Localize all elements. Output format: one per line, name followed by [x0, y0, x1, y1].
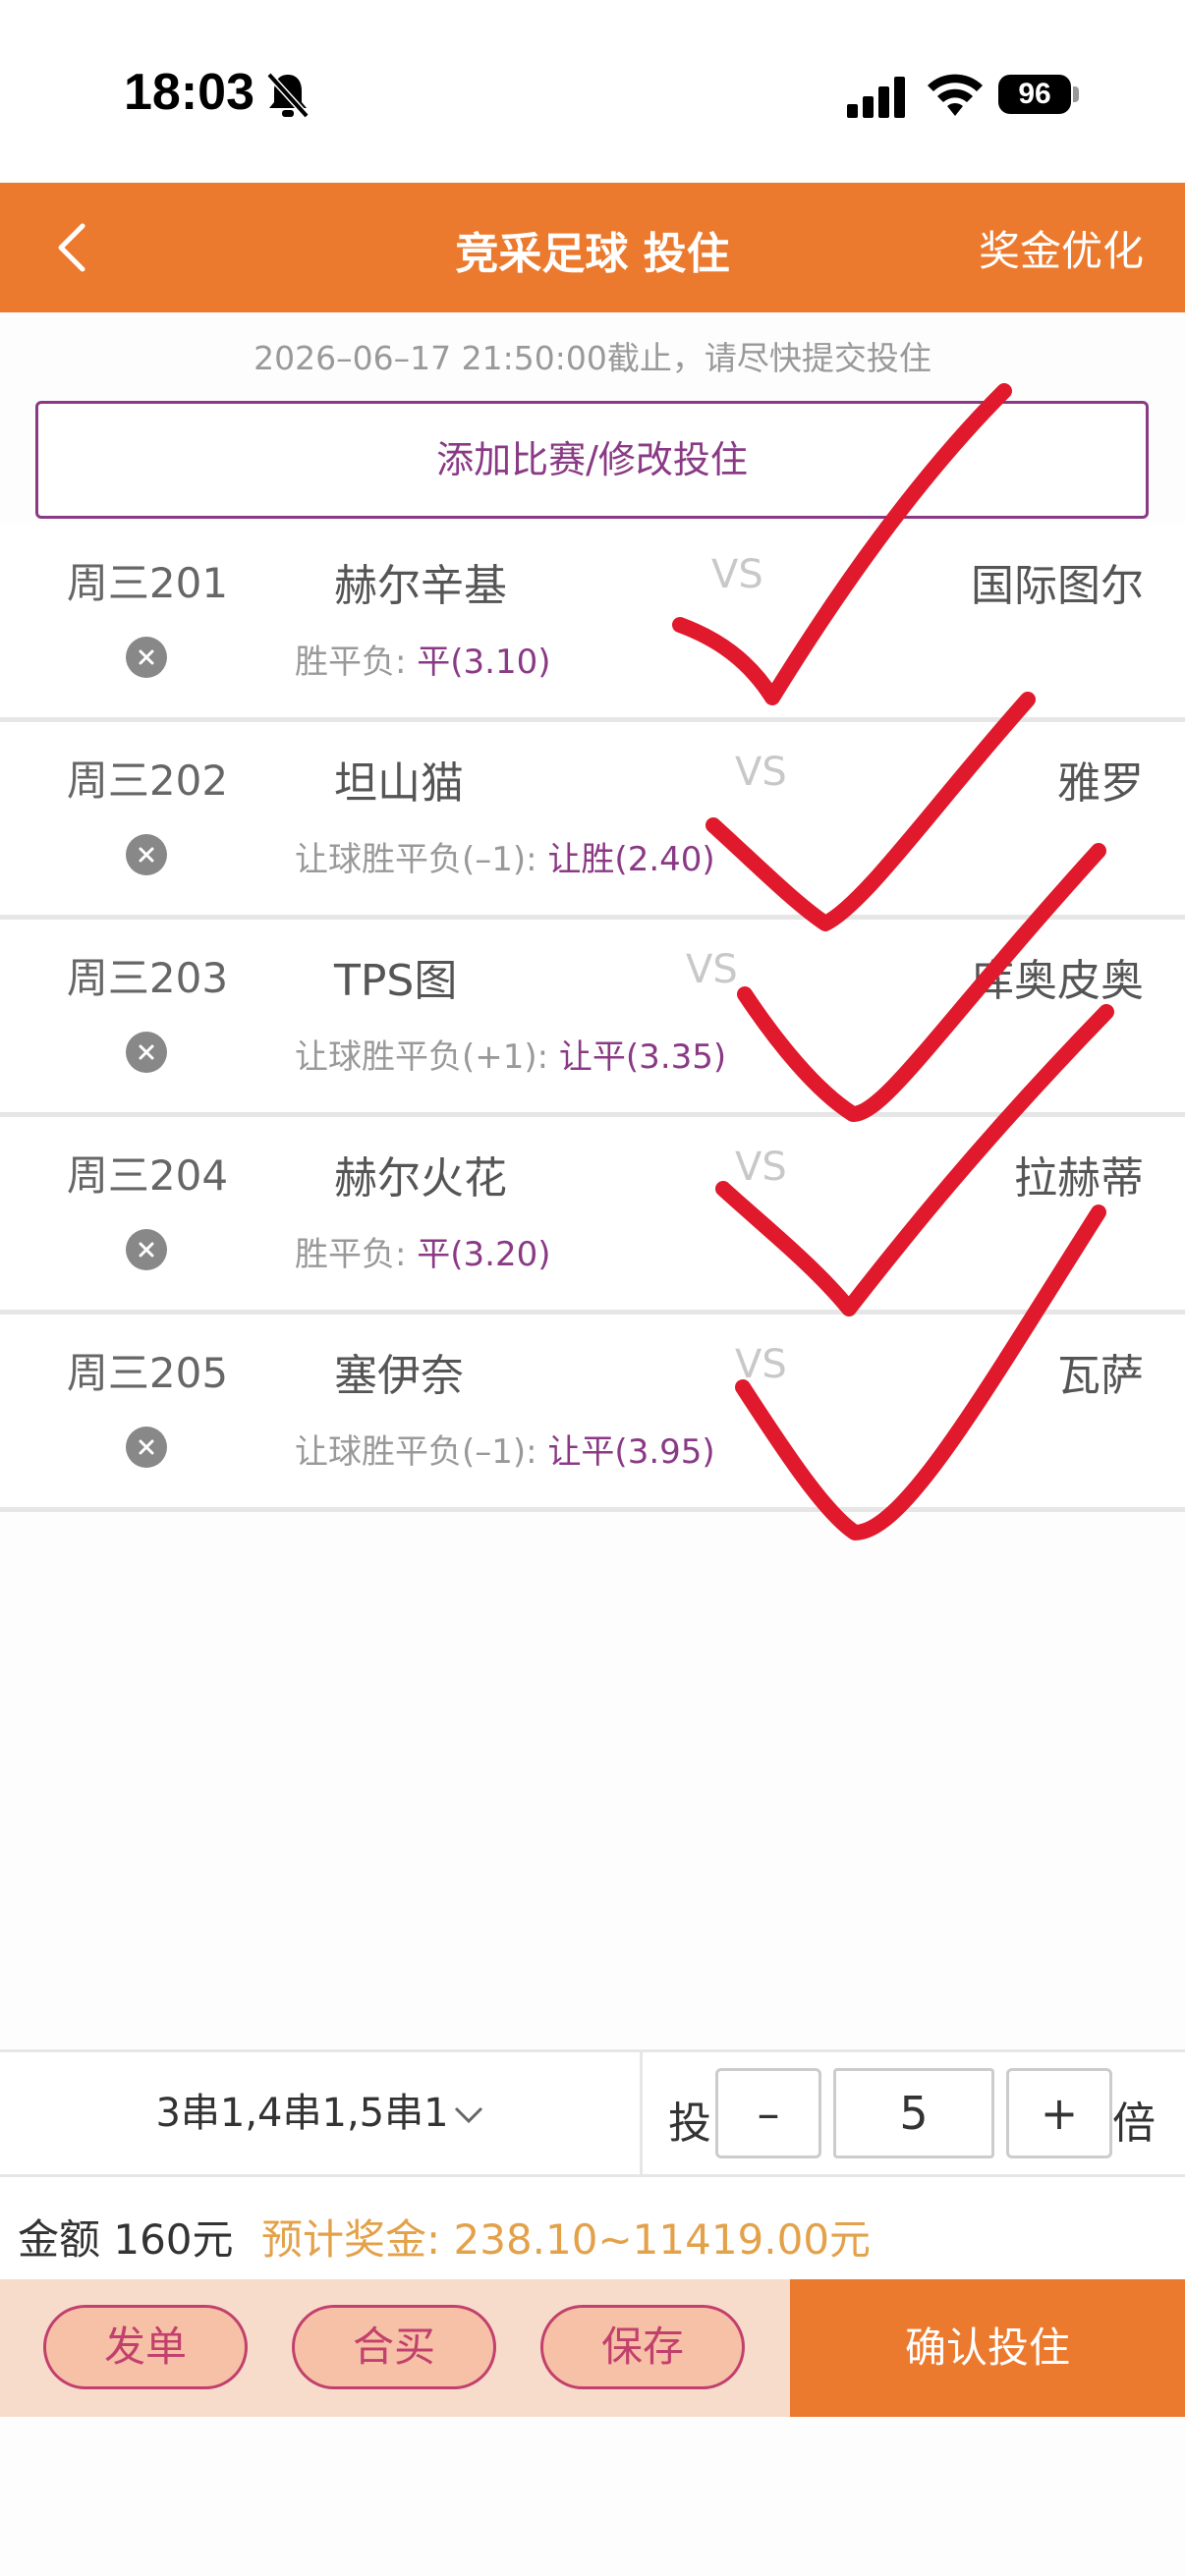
home-team: 坦山猫 [334, 758, 464, 809]
bet-pick: 让平(3.95) [547, 1432, 715, 1472]
amount-bar: 金额 160元 预计奖金: 238.10~11419.00元 [0, 2177, 1185, 2279]
signal-icon [847, 77, 905, 118]
bet-selection: 让球胜平负(–1): 让平(3.95) [295, 1425, 715, 1473]
match-list: 周三201 赫尔辛基 VS 国际图尔 胜平负: 平(3.10) 周三202 坦山… [0, 525, 1185, 1512]
status-bar: 18:03 96 [0, 0, 1185, 183]
estimated-prize: 预计奖金: 238.10~11419.00元 [261, 2215, 872, 2264]
bet-type: 让球胜平负(+1): [295, 1037, 559, 1077]
play-panel: 3串1,4串1,5串1 投 – 5 + 倍 [0, 2049, 1185, 2177]
play-type-select[interactable]: 3串1,4串1,5串1 [0, 2052, 643, 2174]
vs-label: VS [735, 1145, 787, 1190]
add-match-button[interactable]: 添加比赛/修改投住 [35, 401, 1149, 519]
battery-tip [1073, 86, 1079, 102]
confirm-bet-button[interactable]: 确认投住 [790, 2279, 1185, 2417]
play-type-label: 3串1,4串1,5串1 [155, 2091, 449, 2136]
bet-selection: 胜平负: 平(3.10) [295, 635, 551, 683]
bet-pick: 平(3.10) [417, 643, 551, 682]
home-team: 赫尔火花 [334, 1153, 507, 1204]
home-team: 赫尔辛基 [334, 561, 507, 611]
away-team: 雅罗 [1057, 758, 1144, 809]
app-header: 竞采足球 投住 奖金优化 [0, 183, 1185, 312]
match-row: 周三205 塞伊奈 VS 瓦萨 让球胜平负(–1): 让平(3.95) [0, 1315, 1185, 1512]
vs-label: VS [686, 947, 738, 992]
match-number: 周三204 [66, 1151, 229, 1200]
group-buy-button[interactable]: 合买 [292, 2305, 496, 2389]
chevron-down-icon [454, 2106, 482, 2124]
multiplier-input[interactable]: 5 [833, 2068, 994, 2158]
match-row: 周三202 坦山猫 VS 雅罗 让球胜平负(–1): 让胜(2.40) [0, 722, 1185, 920]
bet-pick: 平(3.20) [417, 1235, 551, 1274]
vs-label: VS [711, 552, 763, 597]
bell-slash-icon [266, 72, 310, 119]
plus-button[interactable]: + [1006, 2068, 1112, 2158]
away-team: 库奥皮奥 [971, 956, 1144, 1006]
status-time: 18:03 [124, 64, 254, 121]
battery-indicator: 96 [998, 75, 1071, 114]
action-bar: 发单 合买 保存 确认投住 [0, 2279, 1185, 2417]
remove-match-icon[interactable] [126, 1427, 167, 1468]
match-number: 周三202 [66, 756, 229, 805]
vs-label: VS [735, 1342, 787, 1387]
remove-match-icon[interactable] [126, 1229, 167, 1270]
deadline-notice: 2026–06–17 21:50:00截止，请尽快提交投住 [254, 339, 931, 377]
match-row: 周三203 TPS图 VS 库奥皮奥 让球胜平负(+1): 让平(3.35) [0, 920, 1185, 1117]
away-team: 国际图尔 [971, 561, 1144, 611]
vs-label: VS [735, 750, 787, 795]
match-number: 周三203 [66, 954, 229, 1002]
remove-match-icon[interactable] [126, 834, 167, 875]
away-team: 拉赫蒂 [1014, 1153, 1144, 1204]
save-button[interactable]: 保存 [540, 2305, 745, 2389]
minus-button[interactable]: – [715, 2068, 821, 2158]
multiplier-prefix: 投 [668, 2099, 711, 2149]
issue-button[interactable]: 发单 [43, 2305, 248, 2389]
remove-match-icon[interactable] [126, 1032, 167, 1073]
match-row: 周三201 赫尔辛基 VS 国际图尔 胜平负: 平(3.10) [0, 525, 1185, 722]
wifi-icon [928, 74, 983, 116]
match-number: 周三201 [66, 559, 229, 607]
bet-pick: 让平(3.35) [558, 1037, 727, 1077]
match-number: 周三205 [66, 1349, 229, 1397]
multiplier-suffix: 倍 [1112, 2099, 1156, 2149]
bet-selection: 胜平负: 平(3.20) [295, 1227, 551, 1275]
home-team: TPS图 [334, 956, 458, 1006]
away-team: 瓦萨 [1057, 1351, 1144, 1401]
bet-pick: 让胜(2.40) [547, 840, 715, 879]
bet-type: 胜平负: [295, 1235, 418, 1274]
bet-type: 让球胜平负(–1): [295, 1432, 548, 1472]
bet-type: 让球胜平负(–1): [295, 840, 548, 879]
amount-label: 金额 160元 [18, 2215, 234, 2264]
bet-selection: 让球胜平负(+1): 让平(3.35) [295, 1030, 726, 1078]
home-team: 塞伊奈 [334, 1351, 464, 1401]
bet-type: 胜平负: [295, 643, 418, 682]
prize-optimize-button[interactable]: 奖金优化 [979, 218, 1144, 278]
match-row: 周三204 赫尔火花 VS 拉赫蒂 胜平负: 平(3.20) [0, 1117, 1185, 1315]
bet-selection: 让球胜平负(–1): 让胜(2.40) [295, 832, 715, 880]
remove-match-icon[interactable] [126, 637, 167, 678]
